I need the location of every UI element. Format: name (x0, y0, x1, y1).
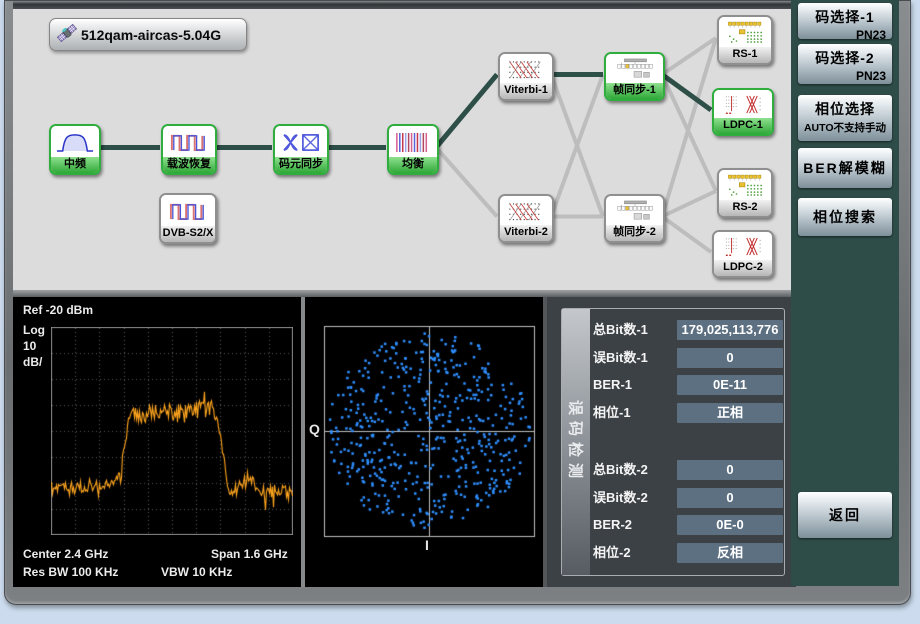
ber-strip-label: 误码检测 (566, 400, 587, 484)
log-label: Log (23, 323, 45, 337)
ber-row-label: BER-1 (593, 375, 632, 395)
app-root: 512qam-aircas-5.04G 中频 载波恢复 码元同步 均衡 DVB-S2/X… (0, 0, 920, 624)
constellation-canvas (305, 297, 543, 587)
signal-title-button[interactable]: 512qam-aircas-5.04G (49, 18, 247, 51)
node-ldpc1[interactable]: LDPC-1 (712, 88, 774, 136)
ref-level-label: Ref -20 dBm (23, 303, 93, 317)
ber-strip: 误码检测 (562, 309, 590, 575)
constellation-panel: Q I (305, 297, 543, 587)
top-frame-strip (13, 1, 796, 9)
horizontal-divider (13, 290, 796, 297)
ldpc-matrix-icon (714, 232, 772, 260)
signal-title: 512qam-aircas-5.04G (81, 27, 221, 43)
vbw-label: VBW 10 KHz (161, 565, 232, 579)
spectrum-panel: Ref -20 dBm Log 10 dB/ Center 2.4 GHz Sp… (13, 297, 301, 587)
ber-row: 误Bit数-2 0 (593, 488, 783, 508)
ber-row-value: 179,025,113,776 (677, 320, 783, 340)
node-label: DVB-S2/X (161, 226, 215, 242)
node-dvb[interactable]: DVB-S2/X (159, 193, 217, 244)
node-label: 载波恢复 (163, 157, 215, 173)
node-junheng[interactable]: 均衡 (387, 124, 439, 175)
ber-row-label: 误Bit数-1 (593, 348, 648, 368)
sidebar-button-phase-search[interactable]: 相位搜索 (798, 198, 892, 236)
node-rs2[interactable]: RS-2 (717, 168, 773, 218)
square-wave-icon (161, 195, 215, 226)
spectrum-canvas (51, 327, 293, 535)
node-label: LDPC-1 (714, 118, 772, 134)
eye-diagram-icon (275, 126, 327, 157)
ber-row-label: 相位-2 (593, 543, 631, 563)
node-frame1[interactable]: 帧同步-1 (604, 52, 665, 101)
ber-row-label: BER-2 (593, 515, 632, 535)
trellis-icon (500, 54, 552, 83)
ber-row: 总Bit数-2 0 (593, 460, 783, 480)
ber-row: BER-2 0E-0 (593, 515, 783, 535)
sidebar-button-ber-deambiguity[interactable]: BER解模糊 (798, 148, 892, 188)
ber-row-value: 0E-0 (677, 515, 783, 535)
ldpc-matrix-icon (714, 90, 772, 118)
back-button[interactable]: 返回 (798, 492, 892, 538)
rs-tree-icon (719, 17, 771, 47)
ber-row: 相位-2 反相 (593, 543, 783, 563)
ber-row-label: 总Bit数-2 (593, 460, 648, 480)
ber-row-value: 0E-11 (677, 375, 783, 395)
span-label: Span 1.6 GHz (211, 547, 288, 561)
node-mayuan[interactable]: 码元同步 (273, 124, 329, 175)
ber-row: 相位-1 正相 (593, 403, 783, 423)
node-zaibo[interactable]: 载波恢复 (161, 124, 217, 175)
flow-diagram: 512qam-aircas-5.04G 中频 载波恢复 码元同步 均衡 DVB-S2/X… (13, 9, 796, 290)
node-label: Viterbi-2 (500, 225, 552, 241)
node-zhongpin[interactable]: 中频 (49, 124, 101, 175)
ber-row-value: 正相 (677, 403, 783, 423)
node-viterbi2[interactable]: Viterbi-2 (498, 194, 554, 243)
ber-panel: 误码检测 总Bit数-1 179,025,113,776 误Bit数-1 0 BER-1… (547, 297, 796, 587)
node-label: 码元同步 (275, 157, 327, 173)
node-label: RS-1 (719, 47, 771, 63)
node-ldpc2[interactable]: LDPC-2 (712, 230, 774, 278)
equalizer-bars-icon (389, 126, 437, 157)
ber-row-label: 误Bit数-2 (593, 488, 648, 508)
node-viterbi1[interactable]: Viterbi-1 (498, 52, 554, 101)
frame-sync-icon (606, 54, 663, 83)
db-per-div-label: dB/ (23, 355, 42, 369)
node-label: Viterbi-1 (500, 83, 552, 99)
sidebar-button-phase-select[interactable]: 相位选择AUTO不支持手动 (798, 95, 892, 141)
sidebar-button-code-select-2[interactable]: 码选择-2PN23 (798, 44, 892, 84)
bandpass-curve-icon (51, 126, 99, 157)
window-frame: 512qam-aircas-5.04G 中频 载波恢复 码元同步 均衡 DVB-S2/X… (4, 0, 911, 605)
node-label: RS-2 (719, 200, 771, 216)
q-axis-label: Q (309, 421, 320, 437)
ber-row-value: 0 (677, 488, 783, 508)
ber-row-label: 总Bit数-1 (593, 320, 648, 340)
ber-row-label: 相位-1 (593, 403, 631, 423)
sidebar-button-code-select-1[interactable]: 码选择-1PN23 (798, 3, 892, 39)
log-scale-value: 10 (23, 339, 36, 353)
i-axis-label: I (425, 537, 429, 553)
node-label: 均衡 (389, 157, 437, 173)
ber-row-value: 0 (677, 460, 783, 480)
ber-row-value: 0 (677, 348, 783, 368)
node-label: 帧同步-2 (606, 225, 663, 241)
rs-tree-icon (719, 170, 771, 200)
node-label: LDPC-2 (714, 260, 772, 276)
rbw-label: Res BW 100 KHz (23, 565, 118, 579)
ber-row: BER-1 0E-11 (593, 375, 783, 395)
node-label: 帧同步-1 (606, 83, 663, 99)
frame-sync-icon (606, 196, 663, 225)
center-freq-label: Center 2.4 GHz (23, 547, 108, 561)
node-rs1[interactable]: RS-1 (717, 15, 773, 65)
sidebar: 码选择-1PN23 码选择-2PN23 相位选择AUTO不支持手动 BER解模糊相位搜… (791, 0, 899, 586)
bottom-panels: Ref -20 dBm Log 10 dB/ Center 2.4 GHz Sp… (13, 297, 796, 587)
ber-row-value: 反相 (677, 543, 783, 563)
node-label: 中频 (51, 157, 99, 173)
square-wave-icon (163, 126, 215, 157)
trellis-icon (500, 196, 552, 225)
ber-row: 误Bit数-1 0 (593, 348, 783, 368)
satellite-icon (56, 22, 78, 47)
node-frame2[interactable]: 帧同步-2 (604, 194, 665, 243)
ber-row: 总Bit数-1 179,025,113,776 (593, 320, 783, 340)
